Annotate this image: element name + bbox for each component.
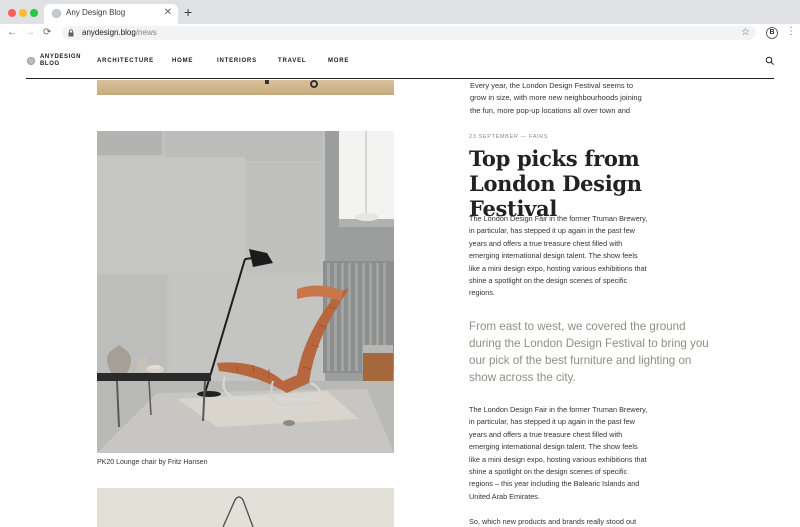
url-path: /news: [135, 28, 157, 37]
nav-interiors[interactable]: INTERIORS: [217, 58, 257, 64]
nav-architecture[interactable]: ARCHITECTURE: [97, 58, 154, 64]
url-text[interactable]: anydesign.blog/news: [82, 28, 157, 37]
back-arrow-icon[interactable]: ←: [7, 26, 17, 40]
next-article-image[interactable]: [97, 488, 394, 527]
browser-tab-bar: Any Design Blog ✕ +: [0, 0, 800, 24]
window-close-button[interactable]: [8, 9, 16, 17]
article-meta: 23 SEPTEMBER — FAIRS: [469, 134, 549, 140]
article-pullquote: From east to west, we covered the ground…: [469, 320, 709, 384]
window-maximize-button[interactable]: [30, 9, 38, 17]
browser-toolbar: ← → ⟳ anydesign.blog/news ☆ B ⋮: [0, 24, 800, 42]
window-minimize-button[interactable]: [19, 9, 27, 17]
next-article-photo: [222, 496, 254, 527]
article-paragraph-2: The London Design Fair in the former Tru…: [469, 405, 648, 501]
browser-tab[interactable]: Any Design Blog ✕: [44, 4, 178, 24]
forward-arrow-icon[interactable]: →: [25, 26, 35, 40]
article-headline[interactable]: Top picks from London Design Festival: [469, 146, 729, 221]
lock-icon: [68, 29, 74, 37]
nav-home[interactable]: HOME: [172, 58, 193, 64]
image-detail: [265, 80, 269, 84]
tab-title: Any Design Blog: [66, 8, 126, 17]
browser-menu-icon[interactable]: ⋮: [786, 25, 796, 39]
logo-icon[interactable]: [27, 57, 35, 65]
url-domain: anydesign.blog: [82, 28, 136, 37]
image-detail: [310, 80, 318, 88]
logo-line-2: BLOG: [40, 61, 60, 67]
article-paragraph-3: So, which new products and brands really…: [469, 517, 637, 526]
header-divider: [26, 78, 774, 79]
previous-article-image[interactable]: [97, 80, 394, 95]
nav-more[interactable]: MORE: [328, 58, 349, 64]
address-bar[interactable]: anydesign.blog/news ☆: [62, 26, 756, 40]
article-hero-image[interactable]: [97, 131, 394, 453]
lounge-chair-photo: [97, 131, 394, 453]
image-caption: PK20 Lounge chair by Fritz Hansen: [97, 459, 208, 466]
intro-paragraph: Every year, the London Design Festival s…: [470, 81, 642, 115]
reload-icon[interactable]: ⟳: [43, 26, 51, 40]
article-paragraph-1: The London Design Fair in the former Tru…: [469, 214, 648, 298]
logo-line-1: ANYDESIGN: [40, 54, 82, 60]
tab-close-icon[interactable]: ✕: [164, 7, 172, 19]
nav-travel[interactable]: TRAVEL: [278, 58, 306, 64]
site-header: ANYDESIGN BLOG ARCHITECTURE HOME INTERIO…: [0, 42, 800, 80]
favicon-icon: [52, 9, 61, 18]
search-icon[interactable]: [765, 56, 775, 66]
new-tab-button[interactable]: +: [184, 4, 192, 20]
bookmark-star-icon[interactable]: ☆: [741, 26, 750, 40]
site-logo[interactable]: ANYDESIGN BLOG: [40, 54, 81, 68]
extension-icon[interactable]: B: [766, 27, 778, 39]
